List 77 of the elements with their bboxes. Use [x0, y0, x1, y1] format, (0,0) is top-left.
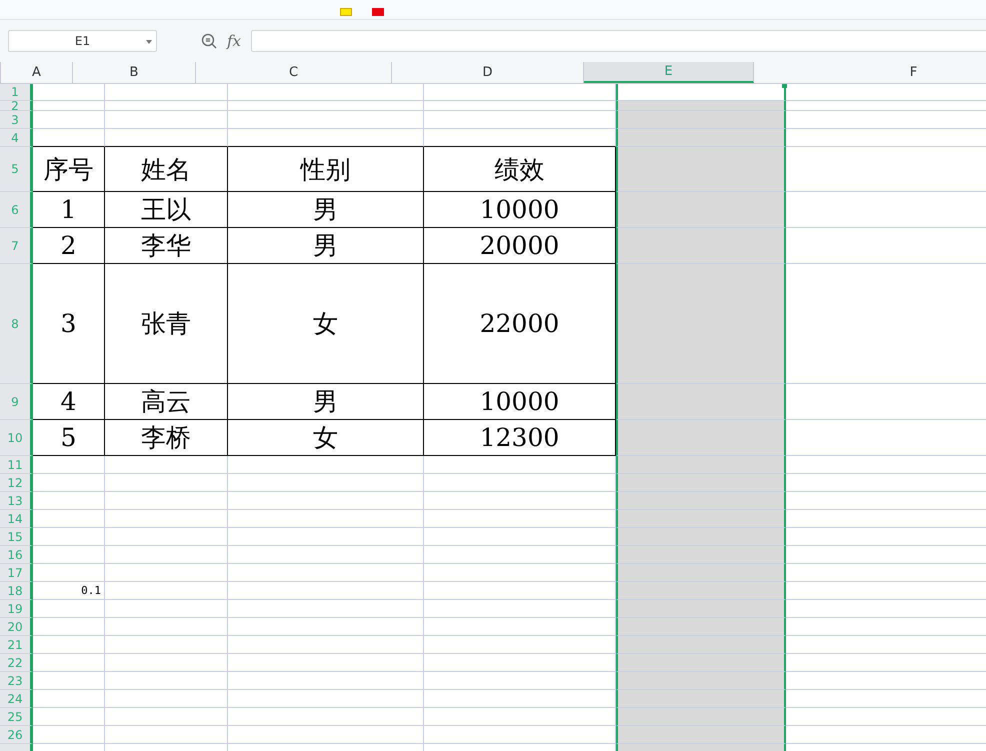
row-header[interactable]: 14: [0, 510, 33, 528]
table-cell: [33, 101, 105, 111]
table-cell: 姓名: [105, 147, 228, 192]
table-cell: 王以: [105, 192, 228, 228]
table-cell: 5: [33, 420, 105, 456]
table-cell: 性别: [228, 147, 424, 192]
row-header[interactable]: 9: [0, 384, 33, 420]
row-header[interactable]: 19: [0, 600, 33, 618]
row-header[interactable]: 4: [0, 129, 33, 147]
table-cell: [33, 726, 105, 744]
function-label[interactable]: fx: [227, 30, 242, 52]
fill-handle[interactable]: [782, 84, 787, 88]
table-cell: [33, 129, 105, 147]
column-header[interactable]: B: [73, 62, 196, 83]
table-cell: 高云: [105, 384, 228, 420]
table-cell: 男: [228, 192, 424, 228]
table-cell: [33, 492, 105, 510]
table-cell: 女: [228, 264, 424, 384]
row-header[interactable]: 18: [0, 582, 33, 600]
row-header[interactable]: 25: [0, 708, 33, 726]
table-cell: [33, 84, 105, 101]
table-cell: 2: [33, 228, 105, 264]
row-header[interactable]: 21: [0, 636, 33, 654]
row-header[interactable]: 13: [0, 492, 33, 510]
table-cell: [33, 474, 105, 492]
table-cell: [33, 600, 105, 618]
row-header[interactable]: 12: [0, 474, 33, 492]
row-header[interactable]: 16: [0, 546, 33, 564]
row-header[interactable]: 1: [0, 84, 33, 101]
table-cell: 李桥: [105, 420, 228, 456]
row-header[interactable]: 22: [0, 654, 33, 672]
table-cell: 男: [228, 228, 424, 264]
row-header[interactable]: 24: [0, 690, 33, 708]
zoom-icon[interactable]: [201, 33, 217, 49]
row-header[interactable]: 15: [0, 528, 33, 546]
formula-input[interactable]: [251, 30, 986, 52]
table-cell: [33, 654, 105, 672]
table-cell: 序号: [33, 147, 105, 192]
row-header[interactable]: 23: [0, 672, 33, 690]
table-cell: [33, 708, 105, 726]
row-header[interactable]: 11: [0, 456, 33, 474]
row-header[interactable]: 6: [0, 192, 33, 228]
row-header[interactable]: 3: [0, 111, 33, 129]
row-header[interactable]: 17: [0, 564, 33, 582]
row-header[interactable]: 20: [0, 618, 33, 636]
column-header[interactable]: F: [754, 62, 986, 83]
table-cell: [33, 510, 105, 528]
table-cell: [33, 690, 105, 708]
caret-icon: [146, 40, 152, 44]
table-cell: 3: [33, 264, 105, 384]
name-box[interactable]: E1: [8, 30, 157, 52]
row-header[interactable]: 10: [0, 420, 33, 456]
table-cell: [33, 618, 105, 636]
table-cell: [33, 111, 105, 129]
row-header[interactable]: 8: [0, 264, 33, 384]
table-cell: [33, 528, 105, 546]
active-cell[interactable]: [616, 84, 786, 101]
table-cell: [33, 636, 105, 654]
row-header[interactable]: 5: [0, 147, 33, 192]
table-cell: 4: [33, 384, 105, 420]
table-cell: 1: [33, 192, 105, 228]
table-cell: 张青: [105, 264, 228, 384]
table-cell: 0.1: [33, 582, 105, 600]
font-color-icon[interactable]: [372, 8, 384, 16]
table-cell: 男: [228, 384, 424, 420]
table-cell: 李华: [105, 228, 228, 264]
table-cell: [33, 546, 105, 564]
column-header[interactable]: E: [584, 62, 754, 83]
table-cell: 女: [228, 420, 424, 456]
table-cell: [33, 672, 105, 690]
table-cell: [33, 456, 105, 474]
row-header[interactable]: 26: [0, 726, 33, 744]
column-header[interactable]: A: [1, 62, 73, 83]
highlight-color-icon[interactable]: [340, 8, 352, 16]
column-header[interactable]: C: [196, 62, 392, 83]
table-cell: [33, 564, 105, 582]
row-header[interactable]: 7: [0, 228, 33, 264]
